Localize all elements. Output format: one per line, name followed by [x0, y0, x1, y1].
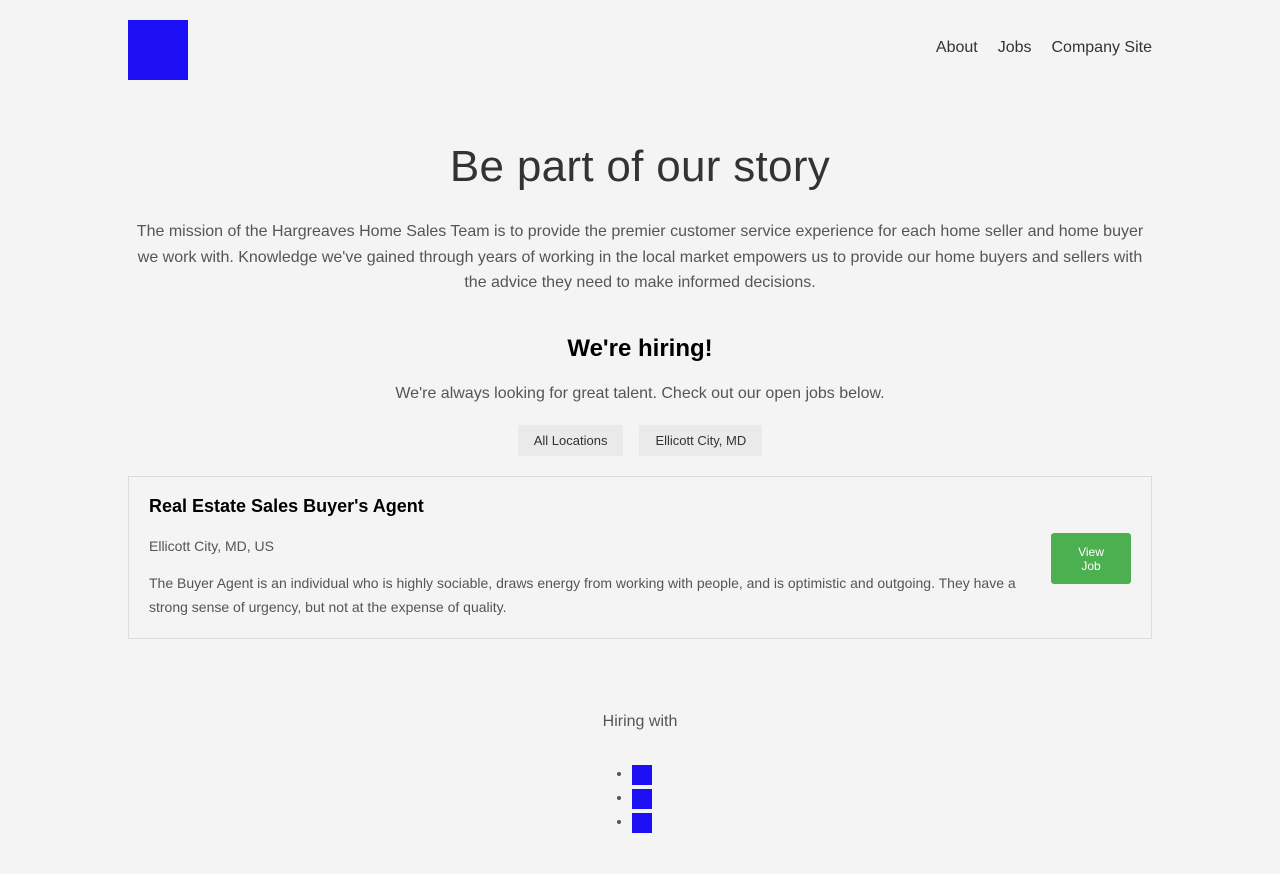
partner-logo-list	[632, 765, 652, 837]
partner-logo[interactable]	[632, 813, 652, 833]
hiring-heading: We're hiring!	[567, 335, 713, 362]
nav-about-link[interactable]: About	[936, 39, 978, 57]
partner-logo[interactable]	[632, 789, 652, 809]
filter-all-locations-button[interactable]: All Locations	[517, 425, 624, 456]
job-description: The Buyer Agent is an individual who is …	[149, 575, 1016, 615]
filter-ellicott-city-button[interactable]: Ellicott City, MD	[639, 425, 763, 456]
list-item	[632, 813, 652, 837]
company-logo[interactable]	[128, 20, 188, 80]
site-header: About Jobs Company Site	[128, 20, 1152, 80]
hiring-subtitle: We're always looking for great talent. C…	[395, 385, 885, 402]
view-job-button[interactable]: View Job	[1051, 533, 1131, 584]
mission-text: The mission of the Hargreaves Home Sales…	[136, 223, 1144, 291]
job-location: Ellicott City, MD, US	[149, 538, 274, 554]
nav-company-site-link[interactable]: Company Site	[1052, 39, 1153, 57]
list-item	[632, 789, 652, 813]
list-item	[632, 765, 652, 789]
partner-logo[interactable]	[632, 765, 652, 785]
location-filters: All Locations Ellicott City, MD	[128, 425, 1152, 456]
job-title[interactable]: Real Estate Sales Buyer's Agent	[149, 496, 424, 517]
main-nav: About Jobs Company Site	[936, 39, 1152, 57]
hiring-with-label: Hiring with	[602, 713, 678, 730]
job-card: Real Estate Sales Buyer's Agent Ellicott…	[128, 476, 1152, 639]
nav-jobs-link[interactable]: Jobs	[998, 39, 1032, 57]
page-title: Be part of our story	[449, 142, 831, 191]
